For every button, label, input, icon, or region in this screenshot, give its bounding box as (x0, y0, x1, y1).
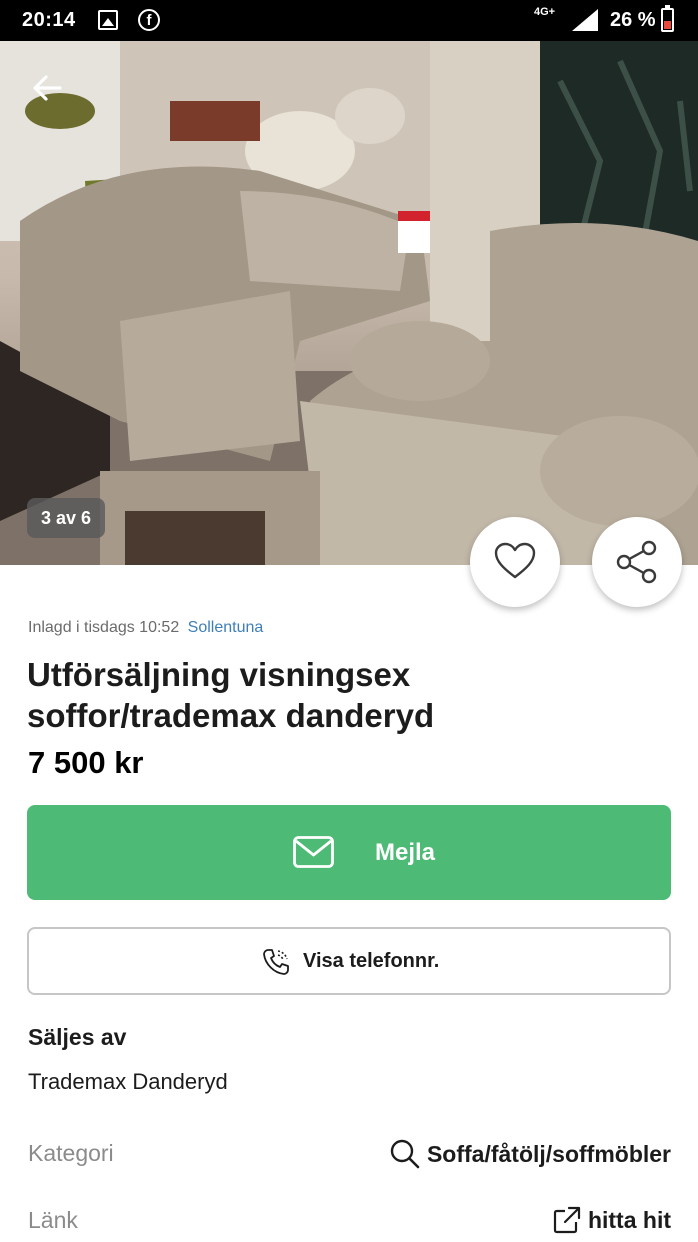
location-link[interactable]: Sollentuna (188, 619, 264, 636)
category-link[interactable]: Soffa/fåtölj/soffmöbler (389, 1138, 671, 1170)
link-value: hitta hit (587, 1206, 671, 1233)
category-label: Kategori (28, 1140, 114, 1166)
network-type: 4G+ (534, 6, 556, 18)
share-button[interactable] (592, 517, 682, 607)
posted-time: Inlagd i tisdags 10:52 (28, 619, 180, 636)
show-phone-label: Visa telefonnr. (303, 950, 440, 972)
battery-percent: 26 % (610, 9, 656, 31)
external-link-icon (553, 1206, 581, 1234)
phone-icon (263, 949, 289, 975)
signal-icon (572, 9, 598, 31)
back-arrow-icon[interactable] (30, 71, 64, 105)
external-link[interactable]: hitta hit (552, 1205, 671, 1235)
search-icon (390, 1139, 420, 1169)
seller-heading: Säljes av (28, 1024, 127, 1050)
show-phone-button[interactable]: Visa telefonnr. (27, 927, 671, 995)
image-counter: 3 av 6 (27, 498, 106, 538)
listing-meta: Inlagd i tisdags 10:52 Sollentuna (28, 619, 263, 637)
category-value: Soffa/fåtölj/soffmöbler (426, 1140, 671, 1167)
status-bar: 20:14 f 4G+ 26 % (0, 0, 698, 41)
share-icon (616, 540, 657, 584)
link-label: Länk (28, 1207, 78, 1233)
gallery-icon (98, 10, 118, 30)
favorite-button[interactable] (470, 517, 560, 607)
mail-icon (293, 836, 334, 868)
listing-photo[interactable]: 3 av 6 (0, 41, 698, 565)
seller-name: Trademax Danderyd (28, 1069, 228, 1094)
status-time: 20:14 (22, 9, 76, 31)
listing-title: Utförsäljning visningsex soffor/trademax… (27, 656, 435, 734)
mail-button-label: Mejla (375, 839, 436, 866)
sofa-photo-illustration (0, 41, 698, 565)
heart-icon (494, 542, 536, 579)
battery-icon (661, 5, 674, 32)
listing-price: 7 500 kr (28, 745, 144, 780)
mail-button[interactable]: Mejla (27, 805, 671, 900)
facebook-icon: f (138, 9, 160, 31)
